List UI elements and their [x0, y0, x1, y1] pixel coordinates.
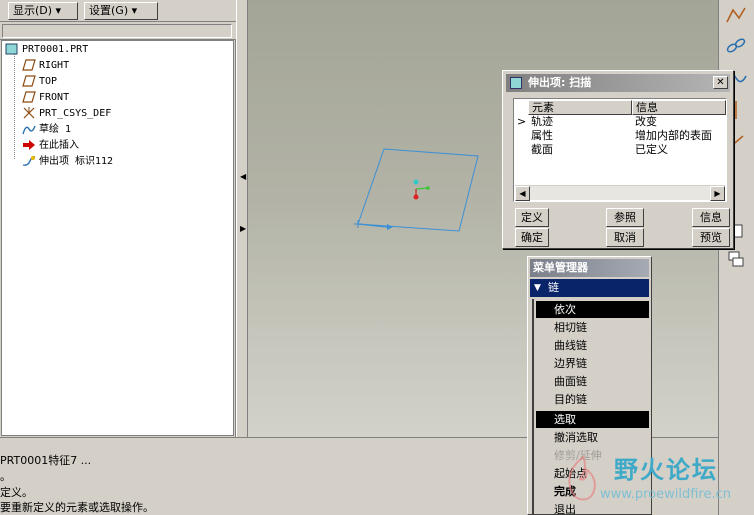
- trajectory-arrowhead: [387, 224, 393, 230]
- reference-button[interactable]: 参照: [606, 208, 644, 227]
- tree-header-field: [2, 24, 232, 38]
- menu-item-boundary-chain[interactable]: 边界链: [536, 355, 649, 372]
- tree-root[interactable]: PRT0001.PRT: [5, 43, 88, 57]
- cancel-button[interactable]: 取消: [606, 228, 644, 247]
- csys-x-axis: [415, 187, 429, 190]
- collapse-left-arrow-icon[interactable]: ◀: [240, 172, 246, 181]
- tree-item-label: PRT_CSYS_DEF: [39, 108, 112, 119]
- tree-item-label: 草绘 1: [39, 124, 72, 135]
- dialog-app-icon: [510, 77, 522, 89]
- section-outline: [357, 148, 479, 232]
- message-line: PRT0001特征7 ...: [0, 454, 92, 467]
- tree-item-label: RIGHT: [39, 60, 70, 71]
- message-line: 定义。: [0, 486, 33, 499]
- chain-menu-label: 链: [548, 281, 559, 294]
- menu-item-one-by-one[interactable]: 依次: [536, 301, 649, 318]
- csys-origin-point: [413, 194, 419, 200]
- menu-item-intent-chain[interactable]: 目的链: [536, 391, 649, 408]
- tree-item-label: TOP: [39, 76, 58, 87]
- tree-item-right[interactable]: RIGHT: [22, 59, 69, 73]
- datum-plane-icon: [22, 91, 36, 103]
- chain-link-icon[interactable]: [723, 34, 749, 58]
- scroll-left-icon[interactable]: ◀: [515, 186, 530, 201]
- triangle-down-icon: ▼: [534, 283, 541, 293]
- datum-curve-icon[interactable]: [723, 4, 749, 28]
- insert-here-arrow-icon: [23, 140, 35, 150]
- ok-button[interactable]: 确定: [515, 228, 549, 247]
- table-row-info[interactable]: 增加内部的表面: [635, 129, 712, 143]
- tree-connector-line: [14, 53, 15, 159]
- part-icon: [5, 43, 18, 55]
- datum-plane-icon: [22, 75, 36, 87]
- table-row-info[interactable]: 改变: [635, 115, 657, 129]
- expand-right-arrow-icon[interactable]: ▶: [240, 224, 246, 233]
- dialog-title-bar[interactable]: 伸出项: 扫描 ✕: [506, 74, 730, 92]
- close-icon[interactable]: ✕: [713, 76, 728, 89]
- csys-z-point: [413, 179, 419, 185]
- tree-header: [0, 22, 236, 40]
- sweep-feature-icon: [22, 156, 36, 166]
- preview-button[interactable]: 预览: [692, 228, 730, 247]
- table-row-element[interactable]: 轨迹: [531, 115, 553, 129]
- table-row-element[interactable]: 截面: [531, 143, 553, 157]
- sweep-protrusion-dialog: 伸出项: 扫描 ✕ 元素 信息 > 轨迹 改变 属性 增加内部的表面 截面 已定…: [502, 70, 734, 249]
- menu-manager-title: 菜单管理器: [530, 259, 649, 277]
- column-header-info[interactable]: 信息: [632, 100, 726, 115]
- chain-menu-header[interactable]: ▼ 链: [530, 279, 649, 297]
- menu-item-unselect[interactable]: 撤消选取: [536, 429, 649, 446]
- settings-menu-button[interactable]: 设置(G) ▾: [84, 2, 158, 20]
- current-row-marker: >: [517, 115, 527, 128]
- menu-item-tangent-chain[interactable]: 相切链: [536, 319, 649, 336]
- tree-item-insert-here[interactable]: 在此插入: [22, 139, 79, 153]
- tree-menubar: 显示(D) ▾ 设置(G) ▾: [0, 0, 236, 22]
- dialog-title: 伸出项: 扫描: [528, 76, 592, 89]
- menu-item-select[interactable]: 选取: [536, 411, 649, 428]
- tree-item-protrusion[interactable]: 伸出项 标识112: [22, 155, 113, 169]
- csys-x-point: [426, 186, 430, 190]
- message-line: 。: [0, 470, 11, 483]
- tree-item-label: FRONT: [39, 92, 70, 103]
- tree-item-csys[interactable]: PRT_CSYS_DEF: [22, 107, 111, 121]
- message-line: 要重新定义的元素或选取操作。: [0, 501, 154, 514]
- sketch-icon: [22, 125, 36, 135]
- tree-item-front[interactable]: FRONT: [22, 91, 69, 105]
- watermark-url: www.proewildfire.cn: [600, 487, 731, 502]
- tree-item-label: 在此插入: [39, 140, 79, 151]
- define-button[interactable]: 定义: [515, 208, 549, 227]
- horizontal-scrollbar[interactable]: ◀ ▶: [515, 185, 725, 201]
- tree-item-top[interactable]: TOP: [22, 75, 57, 89]
- scroll-right-icon[interactable]: ▶: [710, 186, 725, 201]
- tree-item-sketch[interactable]: 草绘 1: [22, 123, 71, 137]
- watermark-text: 野火论坛: [614, 455, 718, 484]
- datum-plane-icon: [22, 59, 36, 71]
- csys-icon: [23, 107, 35, 119]
- tree-item-label: 伸出项 标识112: [39, 156, 114, 167]
- column-header-element[interactable]: 元素: [528, 100, 632, 115]
- tree-root-label: PRT0001.PRT: [22, 44, 89, 55]
- watermark: 野火论坛 www.proewildfire.cn: [548, 447, 748, 513]
- table-row-element[interactable]: 属性: [531, 129, 553, 143]
- copy-tool-icon[interactable]: [723, 248, 749, 272]
- model-tree-panel: 显示(D) ▾ 设置(G) ▾ PRT0001.PRT RIGHT TOP FR…: [0, 0, 236, 437]
- element-table: 元素 信息 > 轨迹 改变 属性 增加内部的表面 截面 已定义 ◀ ▶: [513, 98, 727, 202]
- menu-item-surface-chain[interactable]: 曲面链: [536, 373, 649, 390]
- menu-item-curve-chain[interactable]: 曲线链: [536, 337, 649, 354]
- table-row-info[interactable]: 已定义: [635, 143, 668, 157]
- info-button[interactable]: 信息: [692, 208, 730, 227]
- display-menu-button[interactable]: 显示(D) ▾: [8, 2, 78, 20]
- panel-splitter[interactable]: ◀ ▶: [236, 0, 248, 437]
- model-tree: PRT0001.PRT RIGHT TOP FRONT PRT_CSYS_DEF…: [1, 40, 234, 436]
